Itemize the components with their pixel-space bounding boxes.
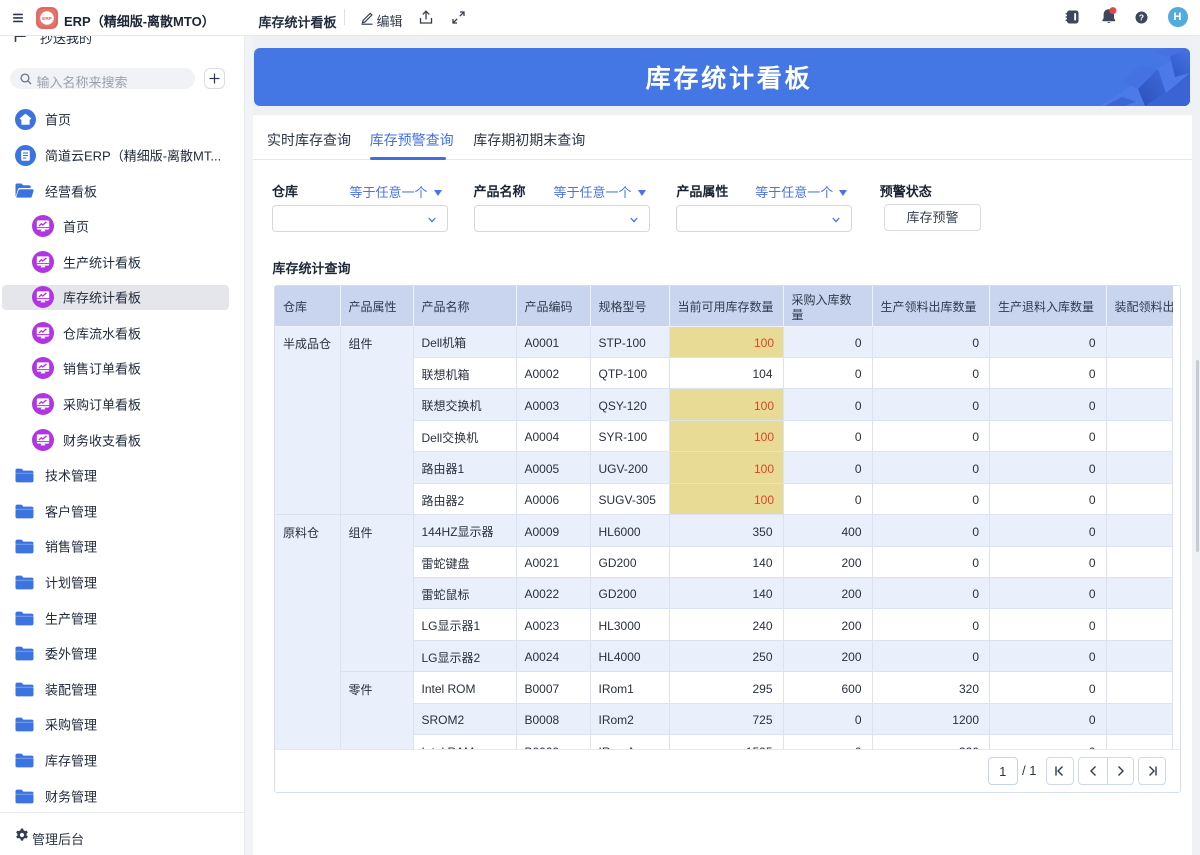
svg-text:?: ? xyxy=(1139,13,1144,23)
svg-text:ERP: ERP xyxy=(42,16,51,21)
